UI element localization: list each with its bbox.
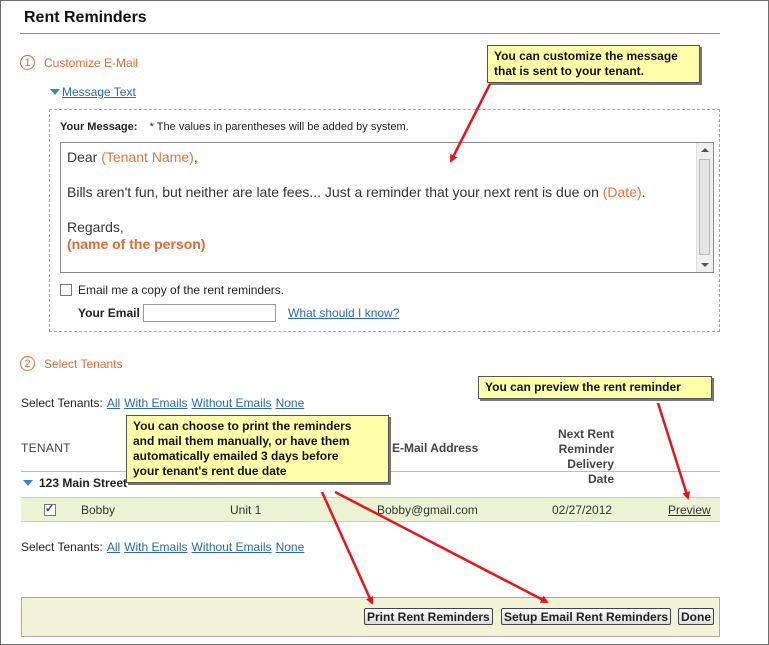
- triangle-down-icon: [50, 89, 60, 95]
- callout-print-line2: and mail them manually, or have them: [133, 434, 350, 448]
- filter-none-link[interactable]: None: [276, 396, 305, 410]
- scroll-thumb[interactable]: [699, 159, 710, 255]
- step-customize-email: 1 Customize E-Mail: [20, 55, 138, 70]
- your-email-input[interactable]: [143, 304, 276, 322]
- what-should-i-know-link[interactable]: What should I know?: [288, 306, 399, 320]
- callout-customize-message: You can customize the message that is se…: [487, 45, 700, 83]
- callout-print-line3: automatically emailed 3 days before: [133, 449, 339, 463]
- greeting-line: Dear (Tenant Name),: [67, 149, 646, 166]
- filter-with-emails-link[interactable]: With Emails: [124, 540, 187, 554]
- property-name: 123 Main Street: [39, 476, 128, 490]
- body-line: Bills aren't fun, but neither are late f…: [67, 184, 646, 201]
- tenant-email: Bobby@gmail.com: [377, 503, 478, 517]
- step-select-tenants: 2 Select Tenants: [20, 356, 123, 371]
- header-next-rent: Next Rent Reminder Delivery Date: [540, 427, 614, 487]
- filter-none-link[interactable]: None: [276, 540, 305, 554]
- filter-with-emails-link[interactable]: With Emails: [124, 396, 187, 410]
- filter-all-link[interactable]: All: [107, 540, 120, 554]
- message-content: Dear (Tenant Name), Bills aren't fun, bu…: [67, 149, 646, 253]
- message-textarea[interactable]: Dear (Tenant Name), Bills aren't fun, bu…: [60, 142, 714, 273]
- message-text-toggle[interactable]: Message Text: [50, 85, 136, 99]
- body-prefix: Bills aren't fun, but neither are late f…: [67, 184, 603, 200]
- your-message-note: * The values in parentheses will be adde…: [149, 121, 409, 133]
- header-next-line1: Next Rent: [557, 427, 614, 441]
- filter-without-emails-link[interactable]: Without Emails: [192, 396, 272, 410]
- tenant-select-checkbox[interactable]: [44, 502, 56, 516]
- callout-print-line1: You can choose to print the reminders: [133, 419, 352, 433]
- print-rent-reminders-button[interactable]: Print Rent Reminders: [364, 608, 493, 625]
- filter-all-link[interactable]: All: [107, 396, 120, 410]
- filter-label: Select Tenants:: [21, 540, 103, 554]
- step-label-2: Select Tenants: [44, 356, 123, 371]
- filter-without-emails-link[interactable]: Without Emails: [192, 540, 272, 554]
- action-bar: Print Rent Reminders Setup Email Rent Re…: [21, 597, 720, 637]
- callout-preview: You can preview the rent reminder: [478, 376, 712, 399]
- header-next-line3: Delivery Date: [567, 457, 614, 486]
- date-token: (Date): [602, 184, 642, 200]
- step-number-2: 2: [20, 356, 35, 371]
- tenant-name-token: (Tenant Name): [101, 149, 194, 165]
- closing-line: Regards,: [67, 219, 124, 235]
- tenant-filter-top: Select Tenants: All With Emails Without …: [21, 396, 304, 410]
- page-title: Rent Reminders: [24, 9, 147, 26]
- header-tenant: TENANT: [21, 441, 71, 455]
- done-button[interactable]: Done: [678, 608, 714, 625]
- your-message-header: Your Message: * The values in parenthese…: [60, 121, 409, 133]
- signature-token: (name of the person): [67, 236, 206, 252]
- scroll-down-icon[interactable]: [701, 263, 709, 267]
- callout-preview-line1: You can preview the rent reminder: [485, 380, 681, 394]
- scroll-up-icon[interactable]: [701, 148, 709, 152]
- callout-print-line4: your tenant's rent due date: [133, 464, 287, 478]
- setup-email-reminders-button[interactable]: Setup Email Rent Reminders: [501, 608, 672, 625]
- your-email-row: Your Email What should I know?: [78, 304, 399, 322]
- delivery-date: 02/27/2012: [552, 503, 613, 517]
- header-next-line2: Reminder: [558, 442, 614, 456]
- message-text-link[interactable]: Message Text: [62, 85, 136, 99]
- greeting-suffix: ,: [193, 149, 198, 165]
- your-email-label: Your Email: [78, 306, 140, 320]
- triangle-down-icon[interactable]: [23, 480, 33, 486]
- callout-print-or-email: You can choose to print the reminders an…: [126, 415, 389, 483]
- greeting-prefix: Dear: [67, 149, 102, 165]
- copy-me-label: Email me a copy of the rent reminders.: [78, 283, 285, 297]
- header-email: E-Mail Address: [392, 441, 479, 455]
- filter-label: Select Tenants:: [21, 396, 103, 410]
- tenant-name: Bobby: [81, 503, 116, 517]
- your-message-label: Your Message:: [60, 121, 138, 133]
- title-divider: [20, 33, 720, 34]
- preview-link[interactable]: Preview: [668, 503, 711, 517]
- property-group-row[interactable]: 123 Main Street: [23, 476, 127, 490]
- callout-customize-line1: You can customize the message: [494, 49, 678, 63]
- step-number-1: 1: [20, 55, 35, 70]
- copy-option-row: Email me a copy of the rent reminders.: [60, 283, 284, 297]
- table-row: Bobby Unit 1 Bobby@gmail.com 02/27/2012 …: [21, 497, 720, 522]
- message-scrollbar[interactable]: [696, 143, 713, 272]
- body-suffix: .: [641, 184, 646, 200]
- copy-me-checkbox[interactable]: [60, 284, 72, 296]
- tenant-unit: Unit 1: [230, 503, 262, 517]
- tenant-filter-bottom: Select Tenants: All With Emails Without …: [21, 540, 304, 554]
- step-label-1: Customize E-Mail: [44, 55, 139, 70]
- callout-customize-line2: that is sent to your tenant.: [494, 64, 645, 78]
